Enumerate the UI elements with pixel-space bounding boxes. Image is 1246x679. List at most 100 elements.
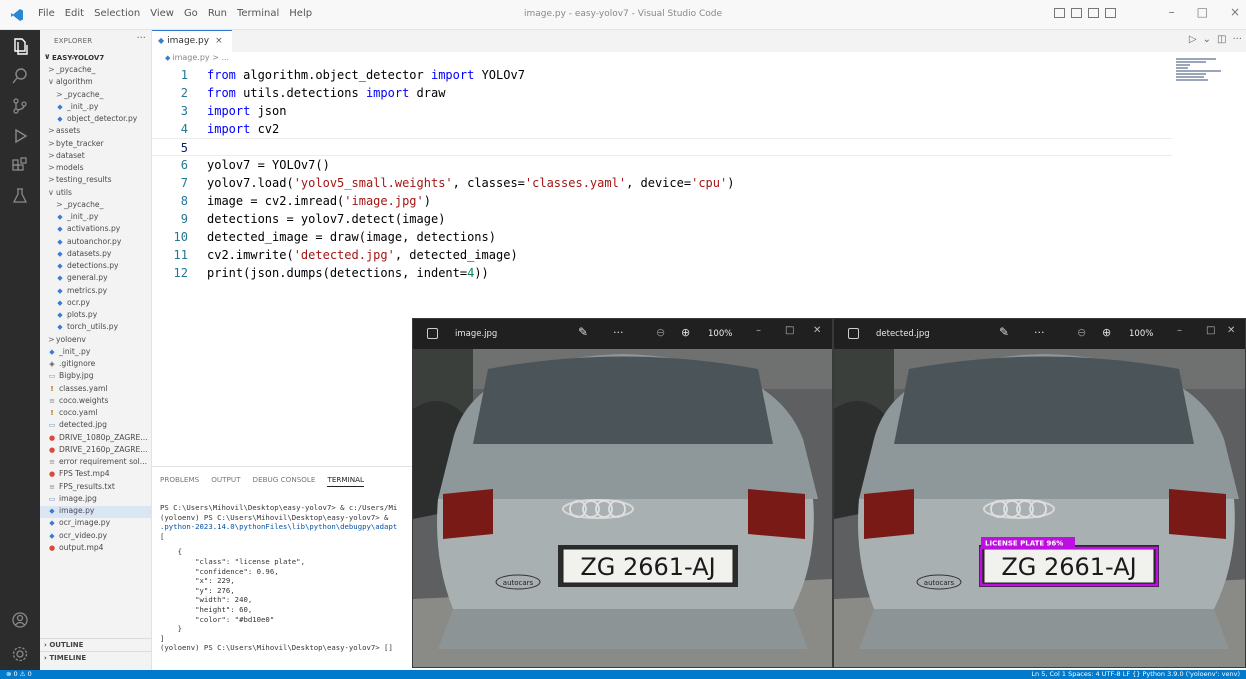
- tab-output[interactable]: OUTPUT: [211, 475, 240, 487]
- tree-item[interactable]: ∨ utils: [40, 188, 151, 200]
- minimap[interactable]: [1176, 58, 1236, 98]
- edit-image-icon[interactable]: ✎: [578, 325, 588, 339]
- code-line[interactable]: 7 yolov7.load('yolov5_small.weights', cla…: [152, 174, 1172, 192]
- menu-edit[interactable]: Edit: [65, 8, 84, 19]
- tab-image-py[interactable]: ◆ image.py ×: [152, 30, 232, 52]
- tree-item[interactable]: >yoloenv: [40, 335, 151, 347]
- menu-file[interactable]: File: [38, 8, 55, 19]
- tree-item[interactable]: ◆ autoanchor.py: [40, 237, 151, 249]
- viewer-close-button[interactable]: ✕: [1227, 325, 1235, 336]
- toggle-panel-icon[interactable]: [1071, 8, 1082, 18]
- zoom-out-icon[interactable]: ⊖: [1077, 326, 1086, 339]
- tab-problems[interactable]: PROBLEMS: [160, 475, 199, 487]
- code-line[interactable]: 2 from utils.detections import draw: [152, 84, 1172, 102]
- tree-item[interactable]: ◈ .gitignore: [40, 359, 151, 371]
- split-editor-icon[interactable]: ◫: [1217, 34, 1226, 45]
- tree-item[interactable]: ≡ coco.weights: [40, 396, 151, 408]
- timeline-section[interactable]: › TIMELINE: [40, 651, 151, 664]
- tree-item[interactable]: ◆ image.py: [40, 506, 151, 519]
- run-debug-icon[interactable]: [10, 126, 30, 146]
- code-line[interactable]: 1 from algorithm.object_detector import Y…: [152, 66, 1172, 84]
- tree-item[interactable]: ◆ object_detector.py: [40, 114, 151, 126]
- tab-debug-console[interactable]: DEBUG CONSOLE: [253, 475, 316, 487]
- menu-go[interactable]: Go: [184, 8, 198, 19]
- tree-item[interactable]: ◆ activations.py: [40, 224, 151, 236]
- tree-item[interactable]: ◆ _init_.py: [40, 347, 151, 359]
- tree-item[interactable]: >byte_tracker: [40, 139, 151, 151]
- more-actions-icon[interactable]: ···: [1232, 34, 1242, 45]
- editor-status[interactable]: Ln 5, Col 1 Spaces: 4 UTF-8 LF {} Python…: [1031, 670, 1240, 678]
- more-options-icon[interactable]: ···: [1034, 326, 1045, 339]
- tree-item[interactable]: ◆ plots.py: [40, 310, 151, 322]
- viewer-maximize-button[interactable]: □: [1206, 325, 1215, 336]
- tree-item[interactable]: ◆ datasets.py: [40, 249, 151, 261]
- toggle-sidebar-icon[interactable]: [1054, 8, 1065, 18]
- source-control-icon[interactable]: [10, 96, 30, 116]
- tree-item[interactable]: >_pycache_: [40, 65, 151, 77]
- tab-terminal[interactable]: TERMINAL: [327, 475, 365, 487]
- tree-item[interactable]: ◆ ocr_image.py: [40, 518, 151, 530]
- viewer-close-button[interactable]: ✕: [813, 325, 821, 336]
- testing-icon[interactable]: [10, 186, 30, 206]
- customize-layout-icon[interactable]: [1105, 8, 1116, 18]
- viewer-minimize-button[interactable]: –: [1177, 325, 1182, 336]
- toggle-secondary-sidebar-icon[interactable]: [1088, 8, 1099, 18]
- menu-selection[interactable]: Selection: [94, 8, 140, 19]
- run-python-file-icon[interactable]: ▷: [1189, 34, 1197, 45]
- tree-item[interactable]: ≡ FPS_results.txt: [40, 482, 151, 494]
- tree-item[interactable]: ◆ metrics.py: [40, 286, 151, 298]
- viewer-minimize-button[interactable]: –: [756, 325, 761, 336]
- viewer-maximize-button[interactable]: □: [785, 325, 794, 336]
- menu-help[interactable]: Help: [289, 8, 312, 19]
- code-line[interactable]: 8 image = cv2.imread('image.jpg'): [152, 192, 1172, 210]
- tree-item[interactable]: ∨ algorithm: [40, 77, 151, 89]
- tree-item[interactable]: ▭ image.jpg: [40, 494, 151, 506]
- zoom-in-icon[interactable]: ⊕: [681, 326, 690, 339]
- more-options-icon[interactable]: ···: [613, 326, 624, 339]
- tree-item[interactable]: ◆ detections.py: [40, 261, 151, 273]
- settings-gear-icon[interactable]: [10, 644, 30, 664]
- account-icon[interactable]: [10, 610, 30, 630]
- close-tab-button[interactable]: ×: [215, 36, 223, 46]
- maximize-button[interactable]: □: [1197, 5, 1208, 19]
- explorer-icon[interactable]: [10, 36, 30, 56]
- menu-terminal[interactable]: Terminal: [237, 8, 279, 19]
- extensions-icon[interactable]: [10, 156, 30, 176]
- tree-item[interactable]: >_pycache_: [40, 90, 151, 102]
- chevron-down-icon[interactable]: ⌄: [1203, 34, 1211, 45]
- tree-item[interactable]: ● output.mp4: [40, 543, 151, 555]
- tree-item[interactable]: ▭ Bigby.jpg: [40, 371, 151, 383]
- code-line[interactable]: 6 yolov7 = YOLOv7(): [152, 156, 1172, 174]
- code-line[interactable]: 12 print(json.dumps(detections, indent=4)…: [152, 264, 1172, 282]
- code-line[interactable]: 4 import cv2: [152, 120, 1172, 138]
- outline-section[interactable]: › OUTLINE: [40, 638, 151, 651]
- close-window-button[interactable]: ×: [1230, 5, 1240, 19]
- tree-item[interactable]: ! classes.yaml: [40, 384, 151, 396]
- zoom-out-icon[interactable]: ⊖: [656, 326, 665, 339]
- menu-view[interactable]: View: [150, 8, 174, 19]
- tree-item[interactable]: ▭ detected.jpg: [40, 420, 151, 432]
- project-root-folder[interactable]: ∨ EASY-YOLOV7: [40, 52, 151, 65]
- code-line[interactable]: 9 detections = yolov7.detect(image): [152, 210, 1172, 228]
- tree-item[interactable]: ◆ _init_.py: [40, 212, 151, 224]
- tree-item[interactable]: ● DRIVE_1080p_ZAGRE...: [40, 433, 151, 445]
- explorer-more-actions-button[interactable]: ···: [136, 33, 146, 44]
- tree-item[interactable]: ◆ general.py: [40, 273, 151, 285]
- search-icon[interactable]: [10, 66, 30, 86]
- tree-item[interactable]: >_pycache_: [40, 200, 151, 212]
- tree-item[interactable]: ◆ torch_utils.py: [40, 322, 151, 334]
- menu-run[interactable]: Run: [208, 8, 227, 19]
- minimize-button[interactable]: –: [1169, 5, 1175, 19]
- code-line[interactable]: 10 detected_image = draw(image, detection…: [152, 228, 1172, 246]
- code-line[interactable]: 11 cv2.imwrite('detected.jpg', detected_i…: [152, 246, 1172, 264]
- zoom-in-icon[interactable]: ⊕: [1102, 326, 1111, 339]
- tree-item[interactable]: ◆ _init_.py: [40, 102, 151, 114]
- tree-item[interactable]: >testing_results: [40, 175, 151, 187]
- code-line[interactable]: 3 import json: [152, 102, 1172, 120]
- breadcrumb[interactable]: ◆ image.py > ...: [165, 53, 229, 62]
- edit-image-icon[interactable]: ✎: [999, 325, 1009, 339]
- tree-item[interactable]: ◆ ocr.py: [40, 298, 151, 310]
- tree-item[interactable]: >dataset: [40, 151, 151, 163]
- tree-item[interactable]: >models: [40, 163, 151, 175]
- tree-item[interactable]: ● FPS Test.mp4: [40, 469, 151, 481]
